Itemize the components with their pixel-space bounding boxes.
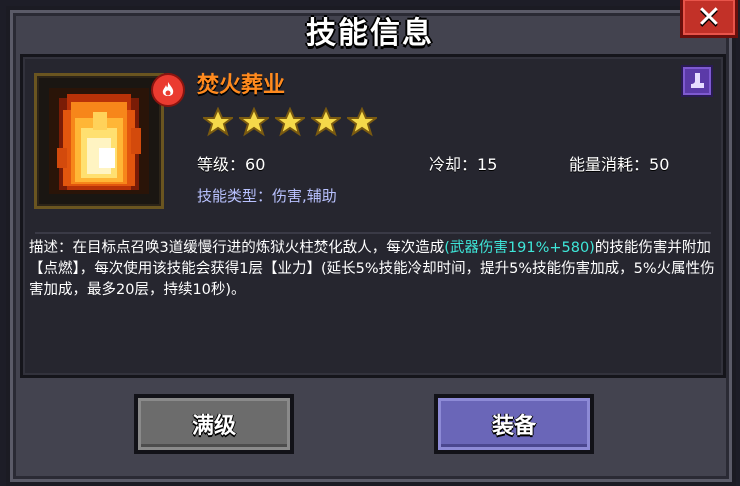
equip-button[interactable]: 装备 <box>434 394 594 454</box>
level-stat: 等级：60 <box>197 151 265 175</box>
boot-icon <box>681 65 713 97</box>
energy-label: 能量消耗： <box>569 155 650 174</box>
star-icon <box>311 107 341 137</box>
star-icon <box>203 107 233 137</box>
cooldown-label: 冷却： <box>429 155 478 174</box>
cooldown-stat: 冷却：15 <box>429 151 497 175</box>
max-level-button[interactable]: 满级 <box>134 394 294 454</box>
energy-stat: 能量消耗：50 <box>569 151 669 175</box>
skill-name: 焚火葬业 <box>197 73 286 98</box>
skill-type: 技能类型：伤害,辅助 <box>197 185 337 206</box>
skill-card: 焚火葬业 等级：60 冷却：15 能量消耗：50 技能类型：伤害,辅助 描述：在… <box>20 54 726 378</box>
fire-pillar-icon <box>49 88 149 194</box>
fire-element-icon <box>151 73 185 107</box>
close-icon: ✕ <box>696 0 722 35</box>
level-value: 60 <box>245 155 266 174</box>
star-icon <box>275 107 305 137</box>
star-rating <box>203 107 377 137</box>
skill-type-value: 伤害,辅助 <box>272 187 337 205</box>
star-icon <box>347 107 377 137</box>
cooldown-value: 15 <box>477 155 498 174</box>
damage-formula: (武器伤害191%+580) <box>444 240 595 256</box>
divider <box>35 232 711 234</box>
level-label: 等级： <box>197 155 246 174</box>
energy-value: 50 <box>649 155 670 174</box>
window-title: 技能信息 <box>306 16 434 51</box>
close-button[interactable]: ✕ <box>680 0 738 38</box>
description-prefix: 描述：在目标点召唤3道缓慢行进的炼狱火柱焚化敌人，每次造成 <box>29 240 445 256</box>
star-icon <box>239 107 269 137</box>
skill-type-label: 技能类型： <box>197 187 273 205</box>
skill-icon-frame <box>34 73 164 209</box>
skill-description: 描述：在目标点召唤3道缓慢行进的炼狱火柱焚化敌人，每次造成(武器伤害191%+5… <box>29 238 715 301</box>
